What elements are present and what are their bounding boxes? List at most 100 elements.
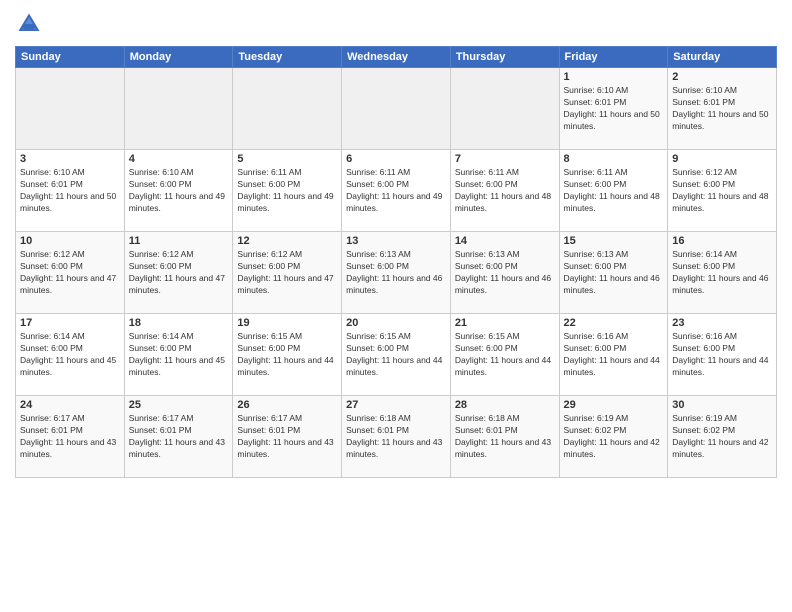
calendar-cell: 21Sunrise: 6:15 AM Sunset: 6:00 PM Dayli… bbox=[450, 314, 559, 396]
day-number: 17 bbox=[20, 317, 120, 329]
calendar-header-saturday: Saturday bbox=[668, 47, 777, 68]
day-info: Sunrise: 6:18 AM Sunset: 6:01 PM Dayligh… bbox=[346, 413, 446, 461]
calendar-cell: 9 Sunrise: 6:12 AM Sunset: 6:00 PM Daylig… bbox=[668, 150, 777, 232]
day-number: 22 bbox=[564, 317, 664, 329]
calendar-cell: 30Sunrise: 6:19 AM Sunset: 6:02 PM Dayli… bbox=[668, 396, 777, 478]
calendar-cell: 22 Sunrise: 6:16 AM Sunset: 6:00 PM Dayli… bbox=[559, 314, 668, 396]
calendar-cell: 24Sunrise: 6:17 AM Sunset: 6:01 PM Dayli… bbox=[16, 396, 125, 478]
day-number: 5 bbox=[237, 153, 337, 165]
day-info: Sunrise: 6:11 AM Sunset: 6:00 PM Dayligh… bbox=[237, 167, 337, 215]
logo-icon bbox=[15, 10, 43, 38]
calendar-cell: 3Sunrise: 6:10 AM Sunset: 6:01 PM Daylig… bbox=[16, 150, 125, 232]
day-number: 1 bbox=[564, 71, 664, 83]
calendar-cell: 12 Sunrise: 6:12 AM Sunset: 6:00 PM Dayli… bbox=[233, 232, 342, 314]
day-number: 19 bbox=[237, 317, 337, 329]
calendar-cell: 19 Sunrise: 6:15 AM Sunset: 6:00 PM Dayli… bbox=[233, 314, 342, 396]
day-number: 30 bbox=[672, 399, 772, 411]
header bbox=[15, 10, 777, 38]
day-info: Sunrise: 6:13 AM Sunset: 6:00 PM Dayligh… bbox=[346, 249, 446, 297]
day-number: 16 bbox=[672, 235, 772, 247]
day-info: Sunrise: 6:10 AM Sunset: 6:01 PM Dayligh… bbox=[672, 85, 772, 133]
day-number: 21 bbox=[455, 317, 555, 329]
calendar-cell: 28 Sunrise: 6:18 AM Sunset: 6:01 PM Dayli… bbox=[450, 396, 559, 478]
day-number: 12 bbox=[237, 235, 337, 247]
day-info: Sunrise: 6:14 AM Sunset: 6:00 PM Dayligh… bbox=[129, 331, 229, 379]
day-info: Sunrise: 6:14 AM Sunset: 6:00 PM Dayligh… bbox=[20, 331, 120, 379]
day-info: Sunrise: 6:11 AM Sunset: 6:00 PM Dayligh… bbox=[346, 167, 446, 215]
day-number: 18 bbox=[129, 317, 229, 329]
calendar-cell: 16 Sunrise: 6:14 AM Sunset: 6:00 PM Dayli… bbox=[668, 232, 777, 314]
day-number: 8 bbox=[564, 153, 664, 165]
day-number: 27 bbox=[346, 399, 446, 411]
day-number: 2 bbox=[672, 71, 772, 83]
day-info: Sunrise: 6:12 AM Sunset: 6:00 PM Dayligh… bbox=[129, 249, 229, 297]
day-info: Sunrise: 6:12 AM Sunset: 6:00 PM Dayligh… bbox=[237, 249, 337, 297]
day-number: 9 bbox=[672, 153, 772, 165]
day-info: Sunrise: 6:16 AM Sunset: 6:00 PM Dayligh… bbox=[672, 331, 772, 379]
calendar-cell: 14 Sunrise: 6:13 AM Sunset: 6:00 PM Dayli… bbox=[450, 232, 559, 314]
day-info: Sunrise: 6:15 AM Sunset: 6:00 PM Dayligh… bbox=[237, 331, 337, 379]
calendar-cell: 15 Sunrise: 6:13 AM Sunset: 6:00 PM Dayli… bbox=[559, 232, 668, 314]
logo bbox=[15, 10, 45, 38]
day-number: 11 bbox=[129, 235, 229, 247]
calendar-cell: 23 Sunrise: 6:16 AM Sunset: 6:00 PM Dayli… bbox=[668, 314, 777, 396]
day-info: Sunrise: 6:12 AM Sunset: 6:00 PM Dayligh… bbox=[20, 249, 120, 297]
calendar-week-3: 10Sunrise: 6:12 AM Sunset: 6:00 PM Dayli… bbox=[16, 232, 777, 314]
calendar-table: SundayMondayTuesdayWednesdayThursdayFrid… bbox=[15, 46, 777, 478]
day-info: Sunrise: 6:10 AM Sunset: 6:00 PM Dayligh… bbox=[129, 167, 229, 215]
calendar-cell: 26 Sunrise: 6:17 AM Sunset: 6:01 PM Dayli… bbox=[233, 396, 342, 478]
calendar-week-2: 3Sunrise: 6:10 AM Sunset: 6:01 PM Daylig… bbox=[16, 150, 777, 232]
day-info: Sunrise: 6:13 AM Sunset: 6:00 PM Dayligh… bbox=[564, 249, 664, 297]
calendar-header-monday: Monday bbox=[124, 47, 233, 68]
day-info: Sunrise: 6:10 AM Sunset: 6:01 PM Dayligh… bbox=[564, 85, 664, 133]
calendar-week-5: 24 Sunrise: 6:17 AM Sunset: 6:01 PM Dayli… bbox=[16, 396, 777, 478]
calendar-cell: 2 Sunrise: 6:10 AM Sunset: 6:01 PM Daylig… bbox=[668, 68, 777, 150]
calendar-cell: 1 Sunrise: 6:10 AM Sunset: 6:01 PM Daylig… bbox=[559, 68, 668, 150]
day-info: Sunrise: 6:17 AM Sunset: 6:01 PM Dayligh… bbox=[129, 413, 229, 461]
day-number: 15 bbox=[564, 235, 664, 247]
day-info: Sunrise: 6:19 AM Sunset: 6:02 PM Dayligh… bbox=[564, 413, 664, 461]
day-number: 29 bbox=[564, 399, 664, 411]
calendar-cell bbox=[342, 68, 451, 150]
calendar-cell: 13 Sunrise: 6:13 AM Sunset: 6:00 PM Dayli… bbox=[342, 232, 451, 314]
day-number: 25 bbox=[129, 399, 229, 411]
day-info: Sunrise: 6:18 AM Sunset: 6:01 PM Dayligh… bbox=[455, 413, 555, 461]
day-number: 14 bbox=[455, 235, 555, 247]
calendar-cell bbox=[450, 68, 559, 150]
day-number: 4 bbox=[129, 153, 229, 165]
day-info: Sunrise: 6:11 AM Sunset: 6:00 PM Dayligh… bbox=[564, 167, 664, 215]
calendar-cell: 7Sunrise: 6:11 AM Sunset: 6:00 PM Daylig… bbox=[450, 150, 559, 232]
calendar-week-1: 1 Sunrise: 6:10 AM Sunset: 6:01 PM Daylig… bbox=[16, 68, 777, 150]
day-number: 3 bbox=[20, 153, 120, 165]
calendar-cell: 5 Sunrise: 6:11 AM Sunset: 6:00 PM Daylig… bbox=[233, 150, 342, 232]
day-number: 23 bbox=[672, 317, 772, 329]
day-number: 20 bbox=[346, 317, 446, 329]
day-number: 7 bbox=[455, 153, 555, 165]
day-number: 26 bbox=[237, 399, 337, 411]
page: SundayMondayTuesdayWednesdayThursdayFrid… bbox=[0, 0, 792, 612]
calendar-cell: 4 Sunrise: 6:10 AM Sunset: 6:00 PM Daylig… bbox=[124, 150, 233, 232]
day-info: Sunrise: 6:16 AM Sunset: 6:00 PM Dayligh… bbox=[564, 331, 664, 379]
calendar-cell: 10Sunrise: 6:12 AM Sunset: 6:00 PM Dayli… bbox=[16, 232, 125, 314]
calendar-header-row: SundayMondayTuesdayWednesdayThursdayFrid… bbox=[16, 47, 777, 68]
day-number: 6 bbox=[346, 153, 446, 165]
day-number: 24 bbox=[20, 399, 120, 411]
calendar-header-sunday: Sunday bbox=[16, 47, 125, 68]
day-info: Sunrise: 6:14 AM Sunset: 6:00 PM Dayligh… bbox=[672, 249, 772, 297]
calendar-cell bbox=[16, 68, 125, 150]
day-info: Sunrise: 6:12 AM Sunset: 6:00 PM Dayligh… bbox=[672, 167, 772, 215]
calendar-cell bbox=[124, 68, 233, 150]
day-number: 28 bbox=[455, 399, 555, 411]
day-number: 13 bbox=[346, 235, 446, 247]
calendar-cell: 6 Sunrise: 6:11 AM Sunset: 6:00 PM Daylig… bbox=[342, 150, 451, 232]
calendar-cell bbox=[233, 68, 342, 150]
day-info: Sunrise: 6:17 AM Sunset: 6:01 PM Dayligh… bbox=[237, 413, 337, 461]
calendar-header-friday: Friday bbox=[559, 47, 668, 68]
calendar-cell: 29 Sunrise: 6:19 AM Sunset: 6:02 PM Dayli… bbox=[559, 396, 668, 478]
day-info: Sunrise: 6:13 AM Sunset: 6:00 PM Dayligh… bbox=[455, 249, 555, 297]
calendar-week-4: 17 Sunrise: 6:14 AM Sunset: 6:00 PM Dayli… bbox=[16, 314, 777, 396]
day-info: Sunrise: 6:15 AM Sunset: 6:00 PM Dayligh… bbox=[346, 331, 446, 379]
calendar-cell: 17 Sunrise: 6:14 AM Sunset: 6:00 PM Dayli… bbox=[16, 314, 125, 396]
calendar-cell: 8 Sunrise: 6:11 AM Sunset: 6:00 PM Daylig… bbox=[559, 150, 668, 232]
calendar-cell: 25 Sunrise: 6:17 AM Sunset: 6:01 PM Dayli… bbox=[124, 396, 233, 478]
